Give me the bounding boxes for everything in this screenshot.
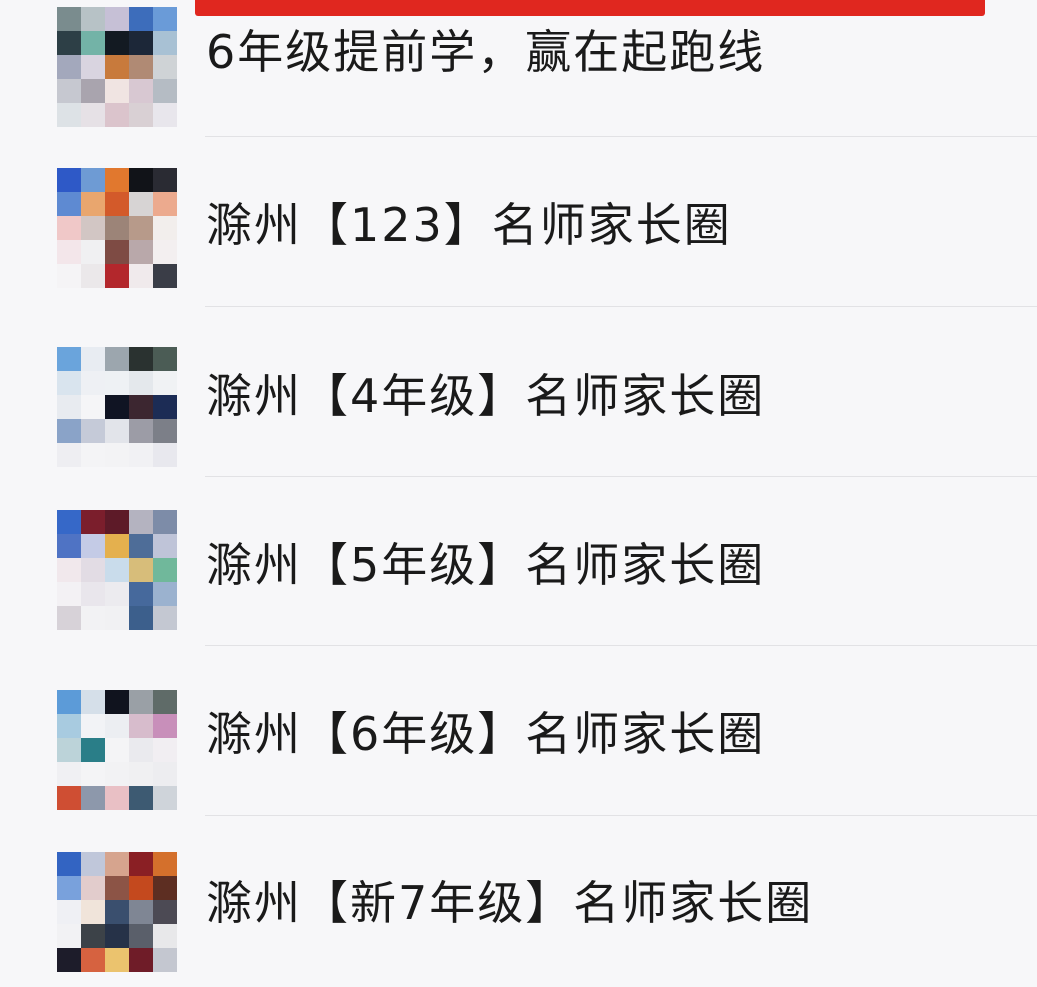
group-avatar [57,7,177,127]
group-avatar [57,347,177,467]
chat-row-new-grade-7[interactable]: 滁州【新7年级】名师家长圈 [0,816,1037,986]
chat-name: 滁州【4年级】名师家长圈 [206,369,766,423]
chat-name: 滁州【新7年级】名师家长圈 [206,876,814,930]
chat-row-grade-4[interactable]: 滁州【4年级】名师家长圈 [0,307,1037,477]
group-avatar [57,690,177,810]
chat-name: 6年级提前学，赢在起跑线 [206,25,766,79]
chat-row-123[interactable]: 滁州【123】名师家长圈 [0,137,1037,307]
chat-row-grade-6[interactable]: 滁州【6年级】名师家长圈 [0,646,1037,816]
chat-row-6-grade-prep[interactable]: 6年级提前学，赢在起跑线 [0,0,1037,137]
wechat-group-list-screen: 6年级提前学，赢在起跑线 滁州【123】名师家长圈 滁州【4年级】名师家长圈 滁… [0,0,1037,987]
group-avatar [57,168,177,288]
chat-name: 滁州【6年级】名师家长圈 [206,707,766,761]
group-avatar [57,510,177,630]
chat-name: 滁州【123】名师家长圈 [206,198,732,252]
chat-list: 6年级提前学，赢在起跑线 滁州【123】名师家长圈 滁州【4年级】名师家长圈 滁… [0,0,1037,987]
chat-name: 滁州【5年级】名师家长圈 [206,538,766,592]
group-avatar [57,852,177,972]
chat-row-grade-5[interactable]: 滁州【5年级】名师家长圈 [0,477,1037,647]
